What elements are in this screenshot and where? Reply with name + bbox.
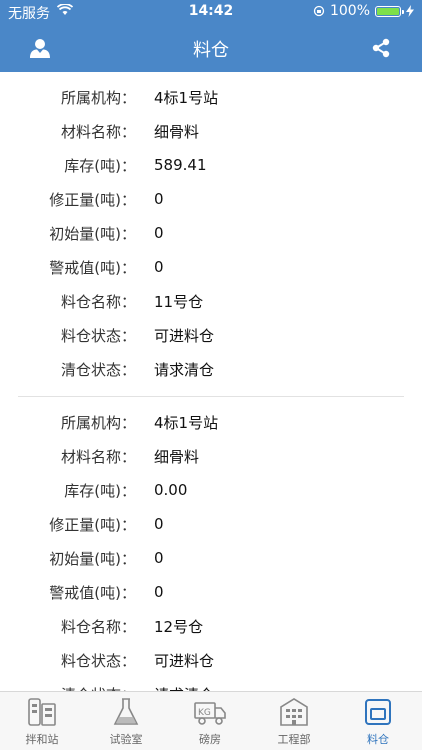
field-label: 所属机构： (60, 413, 136, 432)
field-label: 材料名称： (60, 122, 136, 141)
field-row: 材料名称： 细骨料 (18, 439, 404, 473)
field-row: 所属机构： 4标1号站 (18, 405, 404, 439)
field-label: 初始量(吨)： (49, 549, 136, 568)
tab-bar: 拌和站 试验室 KG 磅房 工程部 料仓 (0, 691, 422, 750)
field-row: 料仓状态： 可进料仓 (18, 318, 404, 352)
field-label: 料仓名称： (60, 292, 136, 311)
office-building-icon (280, 698, 308, 726)
field-value: 0 (154, 258, 164, 276)
field-value: 0 (154, 583, 164, 601)
battery-percent: 100% (329, 3, 370, 19)
field-value: 请求清仓 (154, 360, 215, 379)
field-row: 库存(吨)： 0.00 (18, 473, 404, 507)
field-value: 12号仓 (154, 617, 204, 636)
building-icon (28, 698, 56, 726)
field-label: 所属机构： (60, 88, 136, 107)
flask-icon (113, 698, 139, 725)
field-label: 警戒值(吨)： (49, 258, 136, 277)
field-row: 料仓状态： 可进料仓 (18, 643, 404, 677)
tab-label: 工程部 (277, 733, 311, 746)
field-row: 料仓名称： 12号仓 (18, 609, 404, 643)
field-row: 材料名称： 细骨料 (18, 114, 404, 148)
field-row: 修正量(吨)： 0 (18, 182, 404, 216)
nav-bar: 料仓 (0, 24, 422, 72)
field-label: 料仓名称： (60, 617, 136, 636)
field-row: 所属机构： 4标1号站 (18, 80, 404, 114)
field-value: 细骨料 (154, 447, 200, 466)
tab-weighbridge[interactable]: KG 磅房 (168, 692, 252, 750)
silo-icon (365, 699, 391, 725)
field-value: 细骨料 (154, 122, 200, 141)
field-row: 料仓名称： 11号仓 (18, 284, 404, 318)
field-value: 0.00 (154, 481, 188, 499)
field-row: 警戒值(吨)： 0 (18, 250, 404, 284)
page-title: 料仓 (193, 40, 229, 61)
orientation-lock-icon (313, 5, 325, 17)
field-row: 警戒值(吨)： 0 (18, 575, 404, 609)
tab-laboratory[interactable]: 试验室 (84, 692, 168, 750)
field-row: 初始量(吨)： 0 (18, 541, 404, 575)
field-row: 清仓状态：请求清仓 (18, 677, 404, 693)
field-label: 修正量(吨)： (49, 190, 136, 209)
tab-label: 料仓 (367, 733, 389, 746)
field-value: 0 (154, 549, 164, 567)
field-value: 可进料仓 (154, 651, 215, 670)
field-value: 4标1号站 (154, 413, 219, 432)
field-value: 0 (154, 224, 164, 242)
field-label: 料仓状态： (60, 326, 136, 345)
field-label: 库存(吨)： (64, 156, 136, 175)
battery-icon (375, 5, 404, 17)
tab-engineering[interactable]: 工程部 (252, 692, 336, 750)
field-value: 589.41 (154, 156, 207, 174)
silo-record[interactable]: 所属机构： 4标1号站 材料名称： 细骨料 库存(吨)： 589.41 修正量(吨)：… (18, 72, 404, 397)
tab-mixing-station[interactable]: 拌和站 (0, 692, 84, 750)
truck-scale-icon: KG (194, 702, 226, 725)
field-row: 修正量(吨)： 0 (18, 507, 404, 541)
field-row: 库存(吨)： 589.41 (18, 148, 404, 182)
tab-label: 磅房 (199, 733, 221, 746)
field-label: 警戒值(吨)： (49, 583, 136, 602)
field-value: 11号仓 (154, 292, 204, 311)
tab-silo[interactable]: 料仓 (336, 692, 420, 750)
tab-label: 拌和站 (25, 733, 59, 746)
field-label: 修正量(吨)： (49, 515, 136, 534)
field-value: 可进料仓 (154, 326, 215, 345)
field-label: 初始量(吨)： (49, 224, 136, 243)
field-value: 0 (154, 190, 164, 208)
silo-list[interactable]: 所属机构： 4标1号站 材料名称： 细骨料 库存(吨)： 589.41 修正量(吨)：… (0, 72, 422, 692)
field-label: 材料名称： (60, 447, 136, 466)
silo-record[interactable]: 所属机构： 4标1号站 材料名称： 细骨料 库存(吨)： 0.00 修正量(吨)： 0 … (18, 397, 404, 693)
field-row: 清仓状态： 请求清仓 (18, 352, 404, 386)
status-bar: 无服务 14:42 100% (0, 0, 422, 24)
field-value: 4标1号站 (154, 88, 219, 107)
field-label: 料仓状态： (60, 651, 136, 670)
field-label: 清仓状态： (60, 360, 136, 379)
field-label: 库存(吨)： (64, 481, 136, 500)
field-row: 初始量(吨)： 0 (18, 216, 404, 250)
field-value: 0 (154, 515, 164, 533)
svg-text:KG: KG (198, 708, 211, 718)
share-icon[interactable] (370, 37, 392, 59)
tab-label: 试验室 (109, 733, 143, 746)
charging-icon (406, 5, 414, 17)
